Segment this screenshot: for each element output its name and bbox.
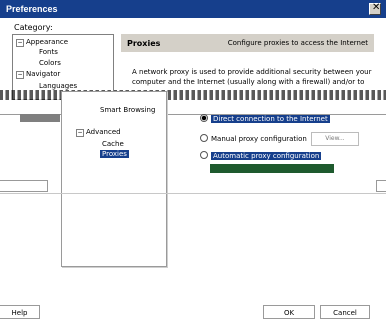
ok-button[interactable]: OK [263, 305, 315, 319]
partial-button-left[interactable] [0, 180, 48, 192]
close-icon: ✕ [372, 2, 381, 13]
list-item-smart-browsing[interactable]: Smart Browsing [100, 106, 155, 114]
radio-icon[interactable] [200, 151, 208, 159]
help-button[interactable]: Help [0, 305, 40, 319]
category-overlay-list[interactable]: Smart Browsing − Advanced Cache Proxies [61, 91, 167, 267]
collapse-icon[interactable]: − [76, 129, 84, 137]
divider [0, 193, 386, 194]
radio-direct-connection[interactable]: Direct connection to the Internet [200, 114, 330, 123]
collapse-icon[interactable]: − [16, 71, 24, 79]
radio-manual-proxy[interactable]: Manual proxy configuration [200, 134, 307, 143]
tree-item-colors[interactable]: Colors [39, 59, 61, 67]
list-item-advanced[interactable]: − Advanced [76, 128, 121, 137]
tree-item-navigator[interactable]: − Navigator [16, 70, 60, 79]
panel-header: Proxies Configure proxies to access the … [121, 34, 374, 52]
tree-item-appearance[interactable]: − Appearance [16, 38, 68, 47]
title-bar: Preferences ✕ [0, 0, 386, 18]
category-label: Category: [14, 23, 53, 32]
render-artifact-band [0, 90, 386, 100]
window-title: Preferences [6, 4, 58, 14]
cancel-button[interactable]: Cancel [320, 305, 370, 319]
list-item-cache[interactable]: Cache [102, 140, 124, 148]
panel-subheading: Configure proxies to access the Internet [227, 39, 368, 47]
list-item-proxies[interactable]: Proxies [100, 150, 129, 158]
render-artifact-block [20, 114, 60, 122]
collapse-icon[interactable]: − [16, 39, 24, 47]
view-button[interactable]: View... [311, 132, 359, 146]
radio-selected-icon[interactable] [200, 114, 208, 122]
panel-heading: Proxies [127, 39, 161, 48]
configuration-url-field[interactable] [210, 164, 334, 173]
partial-button-right[interactable] [376, 180, 386, 192]
tree-item-languages[interactable]: Languages [39, 82, 77, 90]
tree-item-fonts[interactable]: Fonts [39, 48, 58, 56]
close-button[interactable]: ✕ [369, 2, 381, 15]
radio-icon[interactable] [200, 134, 208, 142]
proxy-description: A network proxy is used to provide addit… [132, 68, 372, 86]
radio-automatic-proxy[interactable]: Automatic proxy configuration [200, 151, 322, 160]
